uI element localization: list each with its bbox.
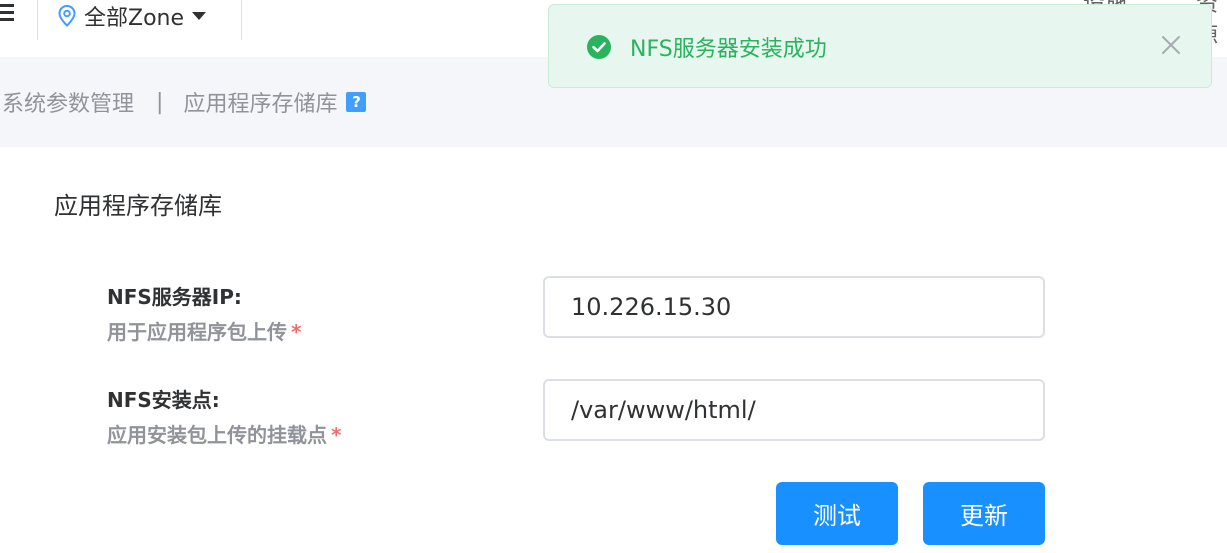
close-icon[interactable] — [1161, 35, 1181, 59]
breadcrumb-current: 应用程序存储库 — [183, 92, 338, 117]
nfs-mount-label: NFS安装点: — [107, 388, 220, 412]
nfs-ip-label: NFS服务器IP: — [107, 285, 242, 309]
required-mark: * — [291, 320, 302, 344]
caret-down-icon — [192, 11, 207, 21]
menu-icon[interactable] — [0, 2, 14, 24]
check-circle-icon — [586, 34, 612, 64]
nfs-mount-sublabel: 应用安装包上传的挂载点 * — [107, 419, 341, 448]
breadcrumb-parent[interactable]: 系统参数管理 — [2, 86, 134, 118]
toast-message: NFS服务器安装成功 — [630, 37, 827, 62]
nfs-ip-sublabel: 用于应用程序包上传 * — [107, 316, 301, 345]
nfs-ip-input[interactable] — [543, 276, 1045, 338]
nfs-mount-input[interactable] — [543, 379, 1045, 441]
topbar-divider — [241, 0, 242, 40]
zone-selector[interactable]: 全部Zone — [58, 0, 207, 32]
breadcrumb: 系统参数管理 | 应用程序存储库 ? — [2, 86, 367, 118]
zone-label: 全部Zone — [84, 6, 185, 31]
location-pin-icon — [58, 5, 76, 27]
nfs-ip-sublabel-text: 用于应用程序包上传 — [107, 320, 287, 344]
section-title: 应用程序存储库 — [54, 192, 222, 220]
nfs-mount-sublabel-text: 应用安装包上传的挂载点 — [107, 423, 327, 447]
required-mark: * — [331, 423, 342, 447]
topbar-divider — [37, 0, 38, 40]
update-button[interactable]: 更新 — [923, 482, 1045, 545]
help-icon[interactable]: ? — [346, 92, 367, 112]
breadcrumb-divider: | — [156, 89, 164, 115]
success-toast: NFS服务器安装成功 — [548, 4, 1212, 88]
test-button[interactable]: 测试 — [776, 482, 898, 545]
